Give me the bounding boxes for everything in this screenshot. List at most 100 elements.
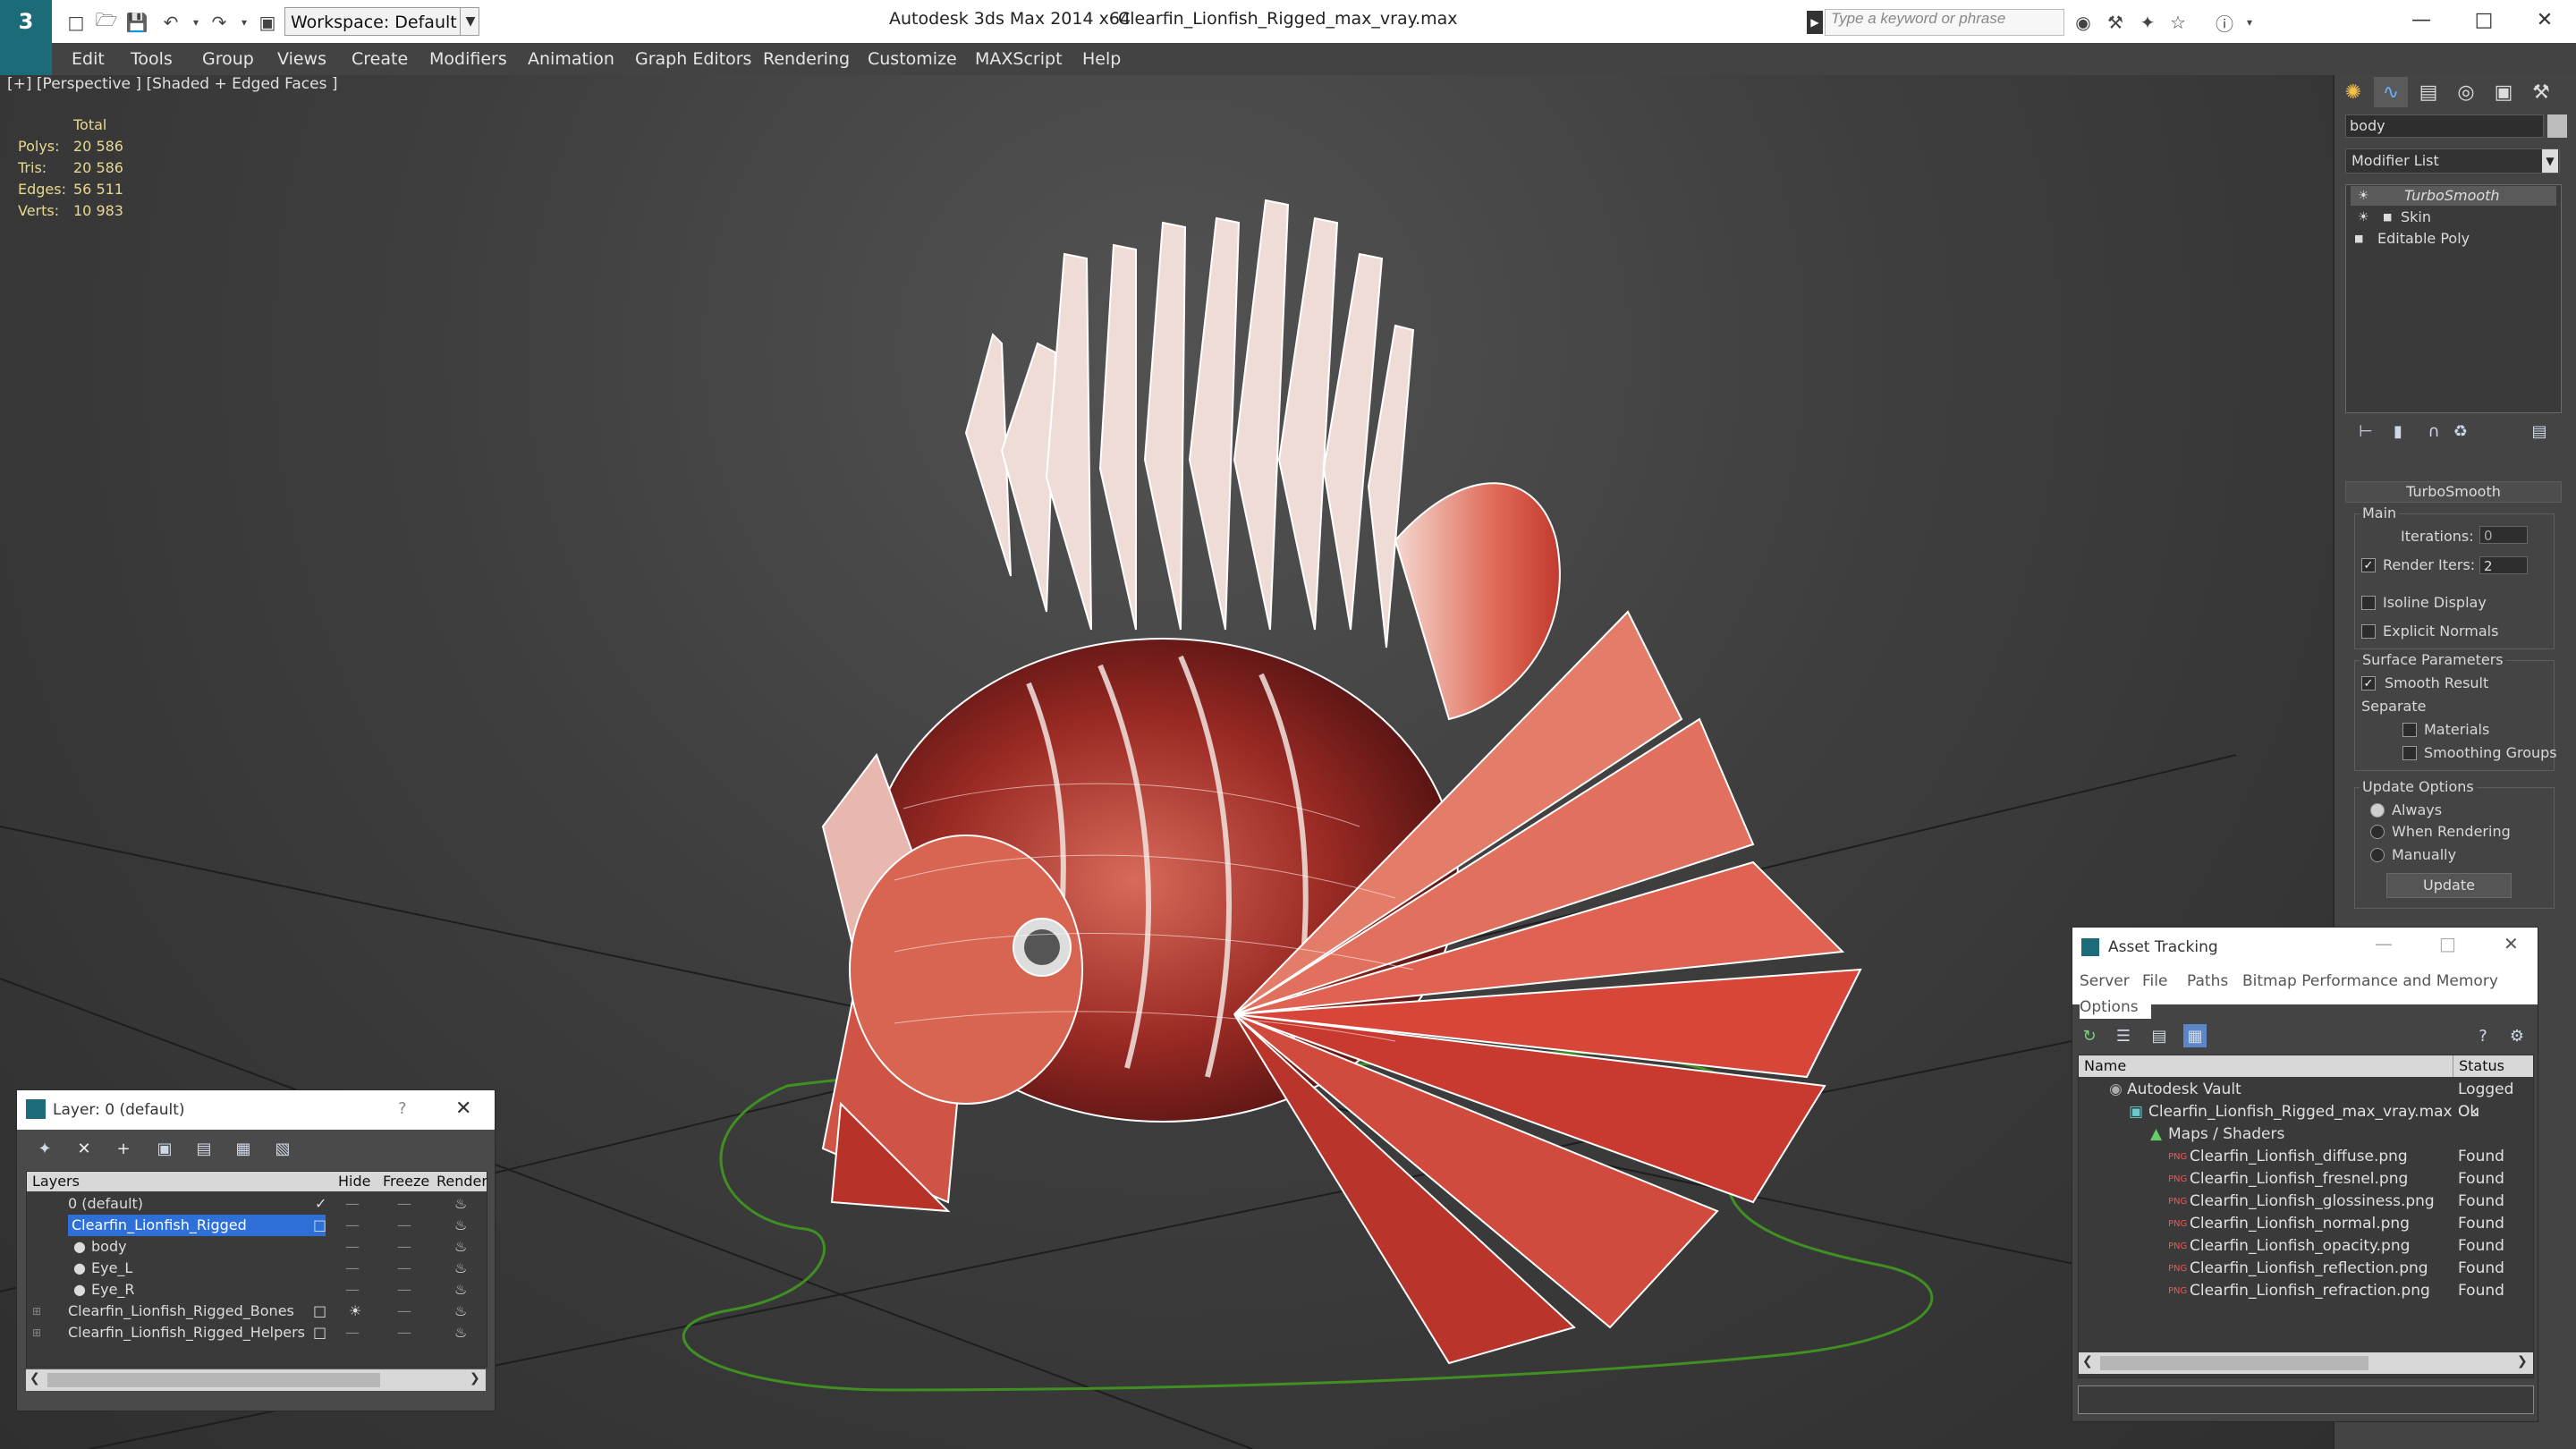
- render-iters-spinner[interactable]: 2: [2479, 556, 2528, 574]
- expand-icon[interactable]: ■: [2354, 229, 2363, 249]
- app-logo-icon[interactable]: 3: [0, 0, 52, 43]
- freeze-toggle[interactable]: —: [397, 1193, 411, 1215]
- modifier-list-dropdown[interactable]: Modifier List: [2345, 148, 2560, 174]
- render-teapot-icon[interactable]: ♨: [454, 1301, 467, 1322]
- asset-row[interactable]: ◉ Autodesk Vault Logged Ou: [2079, 1079, 2533, 1121]
- stack-item-skin[interactable]: ☀ ■ Skin: [2351, 208, 2556, 227]
- smoothing-groups-checkbox[interactable]: [2402, 746, 2417, 760]
- undo-icon[interactable]: ↶: [157, 9, 184, 36]
- asset-row[interactable]: PNG Clearfin_Lionfish_fresnel.png Found: [2079, 1168, 2533, 1191]
- freeze-toggle[interactable]: —: [397, 1279, 411, 1301]
- stack-item-editable-poly[interactable]: ■ Editable Poly: [2351, 229, 2556, 249]
- freeze-toggle[interactable]: —: [397, 1301, 411, 1322]
- asset-row[interactable]: PNG Clearfin_Lionfish_opacity.png Found: [2079, 1235, 2533, 1258]
- layer-box-icon[interactable]: □: [313, 1322, 326, 1343]
- lightbulb-icon[interactable]: ☀: [2358, 208, 2369, 227]
- menu-maxscript[interactable]: MAXScript: [975, 43, 1063, 75]
- col-name[interactable]: Name: [2084, 1055, 2126, 1077]
- details-view-icon[interactable]: ▤: [2148, 1024, 2171, 1047]
- configure-sets-icon[interactable]: ▤: [2528, 419, 2551, 443]
- layer-row[interactable]: Clearfin_Lionfish_Rigged □ — — ♨: [27, 1215, 487, 1236]
- project-folder-icon[interactable]: ▣: [254, 9, 281, 36]
- scrollbar-thumb[interactable]: [2100, 1356, 2368, 1370]
- menu-animation[interactable]: Animation: [528, 43, 614, 75]
- motion-tab-icon[interactable]: ◎: [2449, 77, 2483, 107]
- expand-icon[interactable]: ■: [2383, 208, 2392, 227]
- layer-row[interactable]: ● Eye_R — — ♨: [27, 1279, 487, 1301]
- manually-radio[interactable]: [2370, 848, 2385, 862]
- col-status[interactable]: Status: [2453, 1055, 2504, 1077]
- col-hide[interactable]: Hide: [338, 1172, 370, 1191]
- delete-layer-icon[interactable]: ✕: [72, 1137, 96, 1160]
- layer-row[interactable]: ● body — — ♨: [27, 1236, 487, 1258]
- workspace-dropdown[interactable]: Workspace: Default: [284, 7, 479, 36]
- layer-row[interactable]: ● Eye_L — — ♨: [27, 1258, 487, 1279]
- create-tab-icon[interactable]: ✺: [2336, 77, 2370, 107]
- menu-server[interactable]: Server: [2080, 972, 2130, 990]
- layer-box-icon[interactable]: □: [313, 1301, 326, 1322]
- open-file-icon[interactable]: 🗁: [93, 9, 120, 36]
- layer-horizontal-scrollbar[interactable]: ❮ ❯: [26, 1369, 486, 1391]
- minimize-icon[interactable]: —: [2390, 0, 2453, 39]
- stack-item-turbosmooth[interactable]: ☀ TurboSmooth: [2351, 186, 2556, 206]
- maximize-icon[interactable]: □: [2453, 0, 2515, 39]
- smooth-result-checkbox[interactable]: ✓: [2361, 676, 2376, 691]
- select-layer-icon[interactable]: ▣: [153, 1137, 176, 1160]
- freeze-toggle[interactable]: —: [397, 1322, 411, 1343]
- make-unique-icon[interactable]: ∩: [2422, 419, 2445, 443]
- hide-all-layers-icon[interactable]: ▦: [232, 1137, 255, 1160]
- lightbulb-icon[interactable]: ☀: [349, 1301, 361, 1322]
- iterations-spinner[interactable]: 0: [2479, 526, 2528, 544]
- close-icon[interactable]: ✕: [2513, 0, 2576, 39]
- maximize-icon[interactable]: □: [2439, 933, 2456, 954]
- render-teapot-icon[interactable]: ♨: [454, 1322, 467, 1343]
- pin-stack-icon[interactable]: ⊢: [2354, 419, 2377, 443]
- asset-row[interactable]: PNG Clearfin_Lionfish_refraction.png Fou…: [2079, 1280, 2533, 1302]
- new-file-icon[interactable]: □: [63, 9, 89, 36]
- scroll-left-icon[interactable]: ❮: [2082, 1354, 2093, 1368]
- remove-modifier-icon[interactable]: ♻: [2449, 419, 2472, 443]
- expand-icon[interactable]: ⊞: [32, 1322, 41, 1343]
- menu-tools[interactable]: Tools: [131, 43, 173, 75]
- list-view-icon[interactable]: ☰: [2112, 1024, 2135, 1047]
- close-icon[interactable]: ✕: [455, 1097, 471, 1120]
- hide-toggle[interactable]: —: [345, 1258, 360, 1279]
- hide-toggle[interactable]: —: [345, 1236, 360, 1258]
- help-dropdown-icon[interactable]: ▾: [2236, 9, 2263, 36]
- layer-window-titlebar[interactable]: Layer: 0 (default) ? ✕: [17, 1090, 495, 1130]
- object-name-field[interactable]: body: [2345, 114, 2544, 138]
- asset-row[interactable]: PNG Clearfin_Lionfish_diffuse.png Found: [2079, 1146, 2533, 1168]
- binoculars-icon[interactable]: ◉: [2070, 9, 2097, 36]
- chevron-down-icon[interactable]: ▼: [460, 7, 480, 36]
- turbosmooth-rollout-header[interactable]: TurboSmooth: [2345, 481, 2562, 503]
- menu-create[interactable]: Create: [352, 43, 408, 75]
- current-layer-check-icon[interactable]: ✓: [315, 1193, 326, 1215]
- asset-row[interactable]: PNG Clearfin_Lionfish_glossiness.png Fou…: [2079, 1191, 2533, 1213]
- scroll-left-icon[interactable]: ❮: [30, 1371, 40, 1385]
- asset-row[interactable]: ▣ Clearfin_Lionfish_Rigged_max_vray.max …: [2079, 1101, 2533, 1123]
- hide-toggle[interactable]: —: [345, 1193, 360, 1215]
- update-button[interactable]: Update: [2386, 873, 2512, 898]
- chevron-down-icon[interactable]: ▼: [2542, 149, 2558, 173]
- menu-help[interactable]: Help: [1082, 43, 1121, 75]
- explicit-normals-checkbox[interactable]: [2361, 624, 2376, 639]
- freeze-toggle[interactable]: —: [397, 1215, 411, 1236]
- isoline-display-checkbox[interactable]: [2361, 596, 2376, 610]
- menu-options[interactable]: Options: [2080, 996, 2151, 1019]
- menu-logo-icon[interactable]: [0, 43, 52, 75]
- table-view-icon[interactable]: ▦: [2183, 1024, 2207, 1047]
- object-color-swatch[interactable]: [2547, 114, 2567, 138]
- lightbulb-icon[interactable]: ☀: [2358, 186, 2369, 206]
- always-radio[interactable]: [2370, 803, 2385, 818]
- asset-row[interactable]: PNG Clearfin_Lionfish_reflection.png Fou…: [2079, 1258, 2533, 1280]
- lionfish-model[interactable]: [821, 199, 1862, 1365]
- show-end-result-icon[interactable]: ▮: [2386, 419, 2410, 443]
- menu-file[interactable]: File: [2142, 972, 2167, 990]
- close-icon[interactable]: ✕: [2504, 933, 2519, 954]
- search-input[interactable]: Type a keyword or phrase: [1825, 9, 2064, 36]
- minimize-icon[interactable]: —: [2375, 933, 2393, 954]
- layer-row[interactable]: ⊞ Clearfin_Lionfish_Rigged_Helpers □ — —…: [27, 1322, 487, 1343]
- subscription-icon[interactable]: ⚒: [2102, 9, 2129, 36]
- hide-toggle[interactable]: —: [345, 1215, 360, 1236]
- hide-toggle[interactable]: —: [345, 1279, 360, 1301]
